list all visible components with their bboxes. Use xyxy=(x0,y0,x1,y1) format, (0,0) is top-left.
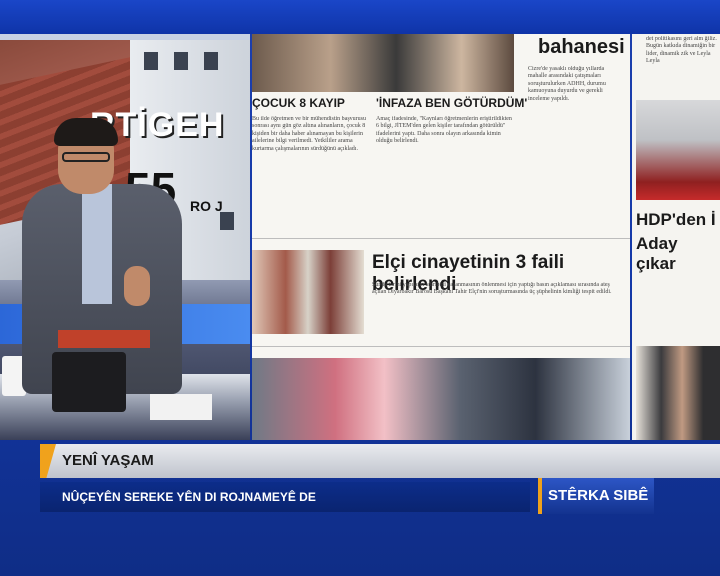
main-story-photo xyxy=(252,250,364,334)
side-newspaper-page: det politikasını geri alm ğiliz. Bugün k… xyxy=(632,34,720,440)
program-title: YENÎ YAŞAM xyxy=(62,452,154,469)
news-ticker: NÛÇEYÊN SEREKE YÊN DI ROJNAMEYÊ DE xyxy=(40,482,530,512)
anchor-hand xyxy=(124,266,150,306)
column-1-headline: ÇOCUK 8 KAYIP xyxy=(252,96,345,110)
anchor-belt xyxy=(58,330,150,348)
side-snippet: det politikasını geri alm ğiliz. Bugün k… xyxy=(646,36,717,65)
column-2-headline: 'İNFAZA BEN GÖTÜRDÜM' xyxy=(376,96,528,110)
divider xyxy=(252,238,630,239)
photo-small-text: RO J xyxy=(190,198,223,214)
tablet-device xyxy=(52,352,126,412)
window xyxy=(144,52,158,70)
side-photo-2 xyxy=(636,346,720,440)
window xyxy=(220,212,234,230)
desk-paper xyxy=(150,394,212,420)
anchor-hair xyxy=(54,118,118,146)
column-1-text: Bu ilde öğretmen ve bir mühendistin başv… xyxy=(252,116,366,152)
column-2-text: Amaç ifadesinde, "Kaynları öğretmenlerin… xyxy=(376,116,512,145)
newspaper-top-photo xyxy=(252,34,514,92)
channel-logo-text: STÊRKA SIBÊ xyxy=(548,487,649,504)
bottom-photo xyxy=(252,358,630,440)
column-3-headline: bahanesi xyxy=(538,36,625,58)
anchor-shirt xyxy=(82,184,112,304)
newspaper-page: ÇOCUK 8 KAYIP 'İNFAZA BEN GÖTÜRDÜM' baha… xyxy=(252,34,630,440)
ticker-text: NÛÇEYÊN SEREKE YÊN DI ROJNAMEYÊ DE xyxy=(62,490,316,504)
channel-logo: STÊRKA SIBÊ xyxy=(538,478,654,514)
studio-panel: RTİGEH 55 RO J xyxy=(0,34,250,440)
column-3-text: Cizre'de yasaklı olduğu yıllarda mahalle… xyxy=(528,66,606,102)
window xyxy=(174,52,188,70)
program-title-bar: YENÎ YAŞAM xyxy=(40,444,720,478)
divider xyxy=(252,346,630,347)
side-photo-1 xyxy=(636,100,720,200)
top-band xyxy=(0,0,720,34)
main-story-text: Sur'da tarihi yapıların tahribini yaşanm… xyxy=(372,282,612,296)
side-headline-1: HDP'den İ xyxy=(636,210,716,229)
window xyxy=(204,52,218,70)
side-headline-2: Aday çıkar xyxy=(636,234,678,273)
anchor-glasses xyxy=(62,152,110,162)
